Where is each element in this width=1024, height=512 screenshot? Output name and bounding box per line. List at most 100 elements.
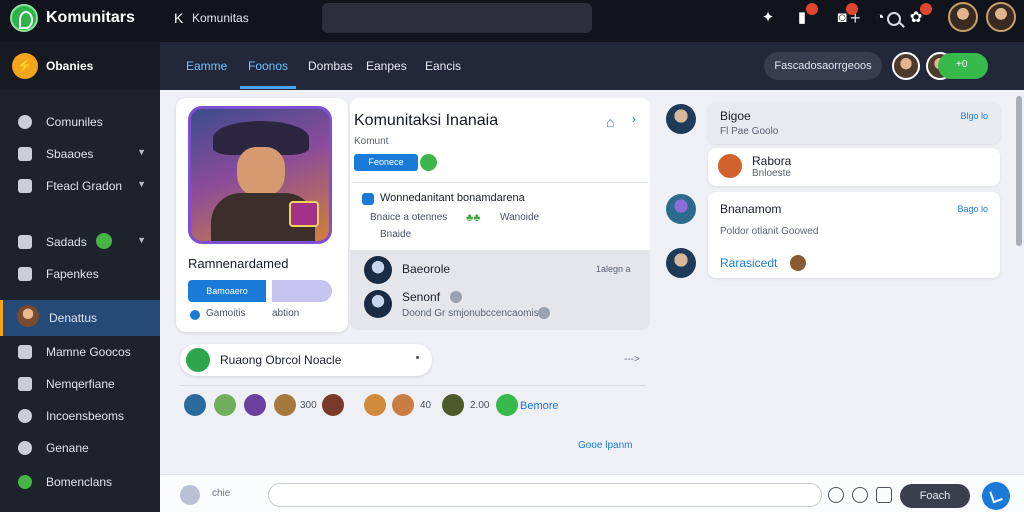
chat-name: Rabora: [752, 154, 792, 168]
sidebar-item-fapenkes[interactable]: Fapenkes: [0, 258, 160, 290]
profile-card: Ramnenardamed Bamoaero Gamoitis abtion: [176, 98, 348, 332]
chat-name: Rarasicedt: [720, 256, 778, 270]
sidebar-item-fteacl-gradon[interactable]: Fteacl Gradon ▼: [0, 170, 160, 202]
circle-icon: [18, 441, 32, 455]
breadcrumb[interactable]: Komunitas: [192, 11, 249, 25]
avatar: [718, 154, 742, 178]
hero-badge: [289, 201, 319, 227]
code-icon: [18, 179, 32, 193]
member-avatar[interactable]: [392, 394, 414, 416]
emoji-icon[interactable]: [180, 485, 200, 505]
avatar[interactable]: [666, 104, 696, 134]
gear-icon[interactable]: [828, 487, 844, 503]
feed-author[interactable]: Senonf: [402, 290, 440, 304]
chat-item[interactable]: Bnanamom Bago lo Poldor otlanit Goowed R…: [708, 192, 1000, 278]
status-dot-icon: [450, 291, 462, 303]
see-all-link[interactable]: Gooe lpanm: [578, 440, 632, 451]
members-link[interactable]: Bemore: [520, 400, 559, 412]
chevron-right-icon[interactable]: ›: [632, 112, 636, 126]
bookmark-icon[interactable]: ▮: [792, 3, 818, 28]
tab-eamme[interactable]: Eamme: [186, 59, 227, 73]
chat-preview: Bnloeste: [752, 168, 791, 179]
avatar[interactable]: [364, 256, 392, 284]
notification-badge: [806, 3, 818, 15]
avatar[interactable]: [666, 248, 696, 278]
tab-eanpes[interactable]: Eanpes: [366, 59, 407, 73]
primary-button[interactable]: Bamoaero: [188, 280, 266, 302]
member-avatar[interactable]: [322, 394, 344, 416]
sidebar-item-label: Genane: [46, 441, 89, 455]
app-title: Komunitars: [46, 9, 135, 26]
chat-item[interactable]: Rabora Bnloeste: [708, 148, 1000, 186]
secondary-button[interactable]: [272, 280, 332, 302]
send-icon[interactable]: [982, 482, 1010, 510]
member-avatar[interactable]: [184, 394, 206, 416]
chat-item[interactable]: Bigoe Blgo lo Fl Pae Goolo: [708, 102, 1000, 144]
app-logo-icon[interactable]: [10, 4, 38, 32]
chat-preview: Fl Pae Goolo: [720, 126, 779, 137]
settings-icon[interactable]: ✿: [906, 3, 932, 28]
bell-icon[interactable]: ◙: [832, 3, 858, 28]
member-avatar[interactable]: [364, 394, 386, 416]
sidebar-item-mamne-goocos[interactable]: Mamne Goocos: [0, 336, 160, 368]
feed-author[interactable]: Baeorole: [402, 262, 450, 276]
member-avatar[interactable]: [214, 394, 236, 416]
sidebar-item-label: Comuniles: [46, 115, 103, 129]
sidebar-item-nemqerfiane[interactable]: Nemqerfiane: [0, 368, 160, 400]
member-avatar[interactable]: [442, 394, 464, 416]
arrow-right-icon[interactable]: --->: [624, 354, 640, 365]
announcement-text: Bnaide: [380, 229, 412, 240]
member-avatar[interactable]: [274, 394, 296, 416]
search-input[interactable]: +: [322, 3, 901, 33]
sidebar-item-denattus[interactable]: Denattus: [0, 300, 160, 336]
clock-icon: [18, 409, 32, 423]
sidebar-item-incoensbeoms[interactable]: Incoensbeoms: [0, 400, 160, 432]
sidebar-header[interactable]: ⚡ Obanies: [0, 42, 160, 90]
avatar[interactable]: [892, 52, 920, 80]
chat-name: Bigoe: [720, 109, 751, 123]
announcement-text: Bnaice a otennes: [370, 212, 448, 223]
scrollbar[interactable]: [1016, 96, 1022, 246]
notification-badge: [920, 3, 932, 15]
top-bar: Komunitars K Komunitas + ✦ ▮ ◙ ◔ ✿: [0, 0, 1024, 42]
composer-label[interactable]: chie: [212, 488, 230, 499]
status-pill[interactable]: Fascadosaorrgeoos: [764, 52, 882, 80]
puzzle-icon[interactable]: ✦: [758, 8, 778, 28]
avatar[interactable]: [666, 194, 696, 224]
online-toggle[interactable]: +0: [938, 53, 988, 79]
chat-timestamp: Bago lo: [957, 204, 988, 214]
sidebar-item-sbaaoes[interactable]: Sbaaoes ▼: [0, 138, 160, 170]
mic-icon[interactable]: [852, 487, 868, 503]
message-input[interactable]: [268, 483, 822, 507]
sidebar-item-comuniles[interactable]: Comuniles: [0, 106, 160, 138]
sidebar-item-sadads[interactable]: Sadads ▼: [0, 226, 160, 258]
status-dot-icon: [96, 233, 112, 249]
hero-face: [237, 147, 285, 197]
member-avatar[interactable]: [244, 394, 266, 416]
sidebar-item-bomenclans[interactable]: Bomenclans: [0, 466, 160, 498]
chevron-down-icon: ▼: [137, 179, 146, 189]
user-avatar[interactable]: [986, 2, 1016, 32]
attach-icon[interactable]: [876, 487, 892, 503]
community-chip[interactable]: Feonece: [354, 154, 418, 171]
sidebar-item-label: Sbaaoes: [46, 147, 94, 161]
profile-name: Ramnenardamed: [188, 256, 289, 271]
chart-icon: [18, 377, 32, 391]
tab-eancis[interactable]: Eancis: [425, 59, 461, 73]
member-count: 40: [420, 400, 432, 411]
profile-meta: Gamoitis: [206, 308, 246, 319]
chat-icon[interactable]: ◔: [870, 8, 890, 28]
tab-foonos[interactable]: Foonos: [248, 59, 288, 73]
divider: [180, 385, 646, 386]
reply-item[interactable]: Ruaong Obrcol Noacle: [180, 344, 432, 376]
more-icon[interactable]: [416, 356, 419, 359]
back-icon[interactable]: K: [174, 10, 183, 26]
tab-dombas[interactable]: Dombas: [308, 59, 353, 73]
home-icon[interactable]: ⌂: [606, 114, 620, 130]
sidebar-item-genane[interactable]: Genane: [0, 432, 160, 464]
avatar[interactable]: [364, 290, 392, 318]
sidebar-item-label: Denattus: [49, 311, 98, 325]
avatar[interactable]: [948, 2, 978, 32]
send-button[interactable]: Foach: [900, 484, 970, 508]
chat-name: Bnanamom: [720, 202, 782, 216]
